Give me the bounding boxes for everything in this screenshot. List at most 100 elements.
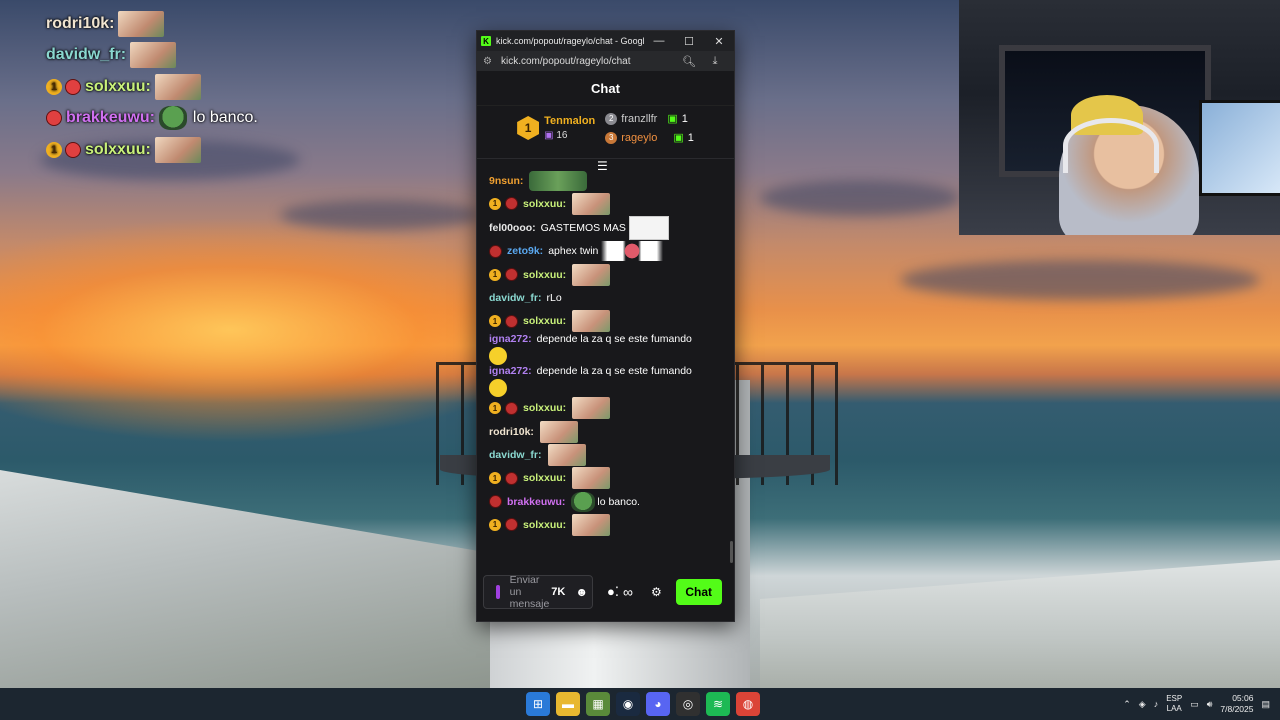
chat-message[interactable]: igna272: depende la za q se este fumando <box>489 365 724 397</box>
send-chat-button[interactable]: Chat <box>675 579 722 605</box>
zoom-icon[interactable]: 🔍︎ <box>676 55 702 68</box>
overlay-message-text: lo banco. <box>192 109 258 127</box>
leaderboard-third-count: 1 <box>687 131 694 144</box>
leaderboard-second-count: 1 <box>681 112 688 125</box>
subscriber-badge-icon: 1 <box>489 518 501 531</box>
leaderboard-second-name: franzllfr <box>621 112 658 125</box>
chat-username[interactable]: davidw_fr: <box>489 292 542 304</box>
overlay-username: solxxuu: <box>85 77 151 95</box>
address-bar[interactable]: ⚙ kick.com/popout/rageylo/chat 🔍︎ ⤓ <box>477 51 734 71</box>
chat-message[interactable]: davidw_fr: rLo <box>489 286 724 309</box>
chat-message[interactable]: 1 solxxuu: <box>489 513 724 536</box>
discord-icon[interactable]: ◕ <box>646 692 670 716</box>
overlay-line: brakkeuwu: lo banco. <box>46 103 258 135</box>
chat-username[interactable]: solxxuu: <box>523 402 566 414</box>
start-icon[interactable]: ⊞ <box>526 692 550 716</box>
download-icon[interactable]: ⤓ <box>702 55 728 68</box>
subscriber-badge-icon: 1 <box>489 402 501 415</box>
clock-date: 7/8/2025 <box>1220 704 1254 714</box>
chat-message[interactable]: brakkeuwu: lo banco. <box>489 490 724 513</box>
overlay-username: solxxuu: <box>85 140 151 158</box>
chat-username[interactable]: brakkeuwu: <box>507 496 565 508</box>
close-button[interactable]: ✕ <box>704 35 734 48</box>
points-icon[interactable]: ●⁚ <box>607 584 619 600</box>
emote-face-icon <box>118 10 165 37</box>
minecraft-icon[interactable]: ▦ <box>586 692 610 716</box>
chat-message[interactable]: fel00ooo: GASTEMOS MAS <box>489 215 724 240</box>
chat-username[interactable]: solxxuu: <box>523 519 566 531</box>
chat-input-placeholder[interactable]: Enviar un mensaje <box>510 574 550 610</box>
url-text[interactable]: kick.com/popout/rageylo/chat <box>501 56 676 67</box>
leaderboard-first-name: Tenmalon <box>544 115 596 127</box>
chat-message-text: GASTEMOS MAS <box>540 221 626 234</box>
volume-icon[interactable]: 🔊︎ <box>1207 699 1213 710</box>
gift-leaderboard: 1 Tenmalon ▣ 16 2 franzllfr ▣ 1 3 rageyl… <box>477 106 734 159</box>
network-icon[interactable]: ▭ <box>1190 699 1199 710</box>
chat-message-text: aphex twin <box>548 245 599 258</box>
rank-3-badge: 3 <box>605 131 618 144</box>
mouth-badge-icon <box>46 110 62 127</box>
clock-time: 05:06 <box>1232 693 1254 703</box>
chat-username[interactable]: zeto9k: <box>507 245 543 257</box>
chevron-up-icon[interactable]: ⌃ <box>1123 699 1131 710</box>
chat-message[interactable]: 1 solxxuu: <box>489 309 724 333</box>
clock[interactable]: 05:06 7/8/2025 <box>1220 693 1253 715</box>
steam-icon[interactable]: ◉ <box>616 692 640 716</box>
chrome-icon[interactable]: ◍ <box>736 692 760 716</box>
chat-message[interactable]: 1 solxxuu: <box>489 467 724 490</box>
chat-message[interactable]: rodri10k: <box>489 420 724 443</box>
maximize-button[interactable]: ☐ <box>674 35 704 48</box>
chat-message[interactable]: davidw_fr: <box>489 443 724 467</box>
chat-username[interactable]: davidw_fr: <box>489 449 542 461</box>
chat-username[interactable]: 9nsun: <box>489 175 523 187</box>
emoji-icon[interactable]: ☻ <box>575 585 588 599</box>
emote-face-icon <box>547 444 586 467</box>
chat-message-text: rLo <box>546 291 562 304</box>
leaderboard-second[interactable]: 2 franzllfr ▣ 1 <box>605 112 694 125</box>
kick-emote-icon[interactable]: 7K <box>551 586 565 598</box>
leaderboard-third[interactable]: 3 rageylo ▣ 1 <box>605 131 694 144</box>
cloud <box>280 200 480 230</box>
chat-username[interactable]: igna272: <box>489 365 532 377</box>
chat-message[interactable]: 9nsun: <box>489 169 724 192</box>
overlay-username: davidw_fr: <box>46 46 127 64</box>
gear-icon[interactable]: ⚙ <box>651 585 662 599</box>
language-indicator[interactable]: ESP LAA <box>1166 694 1182 714</box>
tune-icon[interactable]: ⚙ <box>483 56 495 67</box>
obs-icon[interactable]: ◎ <box>676 692 700 716</box>
infinity-icon[interactable]: ∞ <box>623 584 633 600</box>
chat-message[interactable]: igna272: depende la za q se este fumando <box>489 333 724 365</box>
microphone-icon[interactable] <box>496 585 500 599</box>
chat-username[interactable]: igna272: <box>489 333 532 345</box>
chat-username[interactable]: fel00ooo: <box>489 222 536 234</box>
overlay-username: rodri10k: <box>46 14 115 32</box>
chat-username[interactable]: solxxuu: <box>523 315 566 327</box>
chat-message[interactable]: 1 solxxuu: <box>489 192 724 215</box>
emote-pepe-icon <box>158 106 187 131</box>
spotify-icon[interactable]: ≋ <box>706 692 730 716</box>
overlay-line: rodri10k: <box>46 8 258 40</box>
chat-message[interactable]: 1 solxxuu: <box>489 397 724 420</box>
microphone-icon[interactable]: ♪ <box>1154 699 1159 709</box>
defender-icon[interactable]: ◈ <box>1139 699 1146 710</box>
file-explorer-icon[interactable]: ▬ <box>556 692 580 716</box>
minimize-button[interactable]: — <box>644 35 674 47</box>
window-titlebar[interactable]: K kick.com/popout/rageylo/chat - Google.… <box>477 31 734 51</box>
chat-scrollbar[interactable] <box>730 541 733 563</box>
notification-icon[interactable]: ▤ <box>1261 699 1270 710</box>
overlay-line: davidw_fr: <box>46 40 258 72</box>
leaderboard-first[interactable]: 1 Tenmalon ▣ 16 <box>517 115 595 141</box>
emote-sketch-icon <box>628 215 669 240</box>
chat-message[interactable]: zeto9k: aphex twin <box>489 240 724 263</box>
chat-username[interactable]: solxxuu: <box>523 269 566 281</box>
cloud <box>900 260 1260 300</box>
chat-username[interactable]: solxxuu: <box>523 472 566 484</box>
chat-username[interactable]: solxxuu: <box>523 198 566 210</box>
chat-input[interactable]: Enviar un mensaje 7K ☻ <box>483 574 593 610</box>
chat-title: Chat <box>477 71 734 106</box>
leaderboard-third-name: rageylo <box>621 131 658 144</box>
mouth-badge-icon <box>505 518 518 532</box>
mouth-badge-icon <box>65 141 81 158</box>
chat-username[interactable]: rodri10k: <box>489 426 534 438</box>
chat-message[interactable]: 1 solxxuu: <box>489 263 724 286</box>
